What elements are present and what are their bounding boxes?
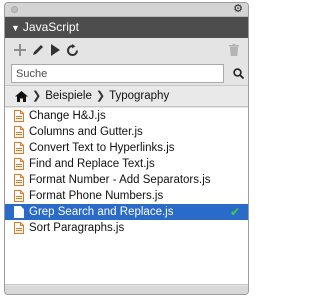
add-icon[interactable] (12, 42, 28, 58)
trash-icon[interactable] (226, 42, 242, 58)
panel-header[interactable]: ▼ JavaScript (5, 17, 248, 38)
script-item[interactable]: Grep Search and Replace.js ✔ (5, 204, 248, 220)
script-file-icon (14, 142, 24, 154)
script-item-label: Format Number - Add Separators.js (29, 174, 211, 186)
script-item-label: Convert Text to Hyperlinks.js (29, 142, 175, 154)
script-item-label: Sort Paragraphs.js (29, 222, 125, 234)
run-icon[interactable] (47, 42, 63, 58)
edit-icon[interactable] (30, 42, 46, 58)
checkmark-icon: ✔ (229, 205, 240, 219)
refresh-icon[interactable] (64, 42, 80, 58)
script-item-label: Grep Search and Replace.js (29, 206, 174, 218)
script-item[interactable]: Find and Replace Text.js (5, 156, 248, 172)
panel-title: JavaScript (22, 20, 79, 34)
gear-icon[interactable]: ⚙ (233, 3, 243, 16)
script-file-icon (14, 158, 24, 170)
script-item[interactable]: Columns and Gutter.js (5, 124, 248, 140)
home-icon[interactable] (15, 90, 28, 102)
script-file-icon (14, 126, 24, 138)
breadcrumb-item-beispiele[interactable]: Beispiele (45, 86, 92, 106)
script-item[interactable]: Format Number - Add Separators.js (5, 172, 248, 188)
panel-bottom-bar (5, 286, 248, 294)
script-item[interactable]: Format Phone Numbers.js (5, 188, 248, 204)
search-input[interactable] (11, 64, 224, 83)
panel-titlebar[interactable]: ⚙ (5, 3, 248, 17)
search-icon[interactable] (230, 65, 246, 81)
chevron-right-icon: ❯ (32, 90, 42, 102)
script-item[interactable]: Sort Paragraphs.js (5, 220, 248, 236)
chevron-right-icon: ❯ (95, 90, 106, 102)
toolbar (5, 38, 248, 62)
breadcrumb: ❯ Beispiele ❯ Typography (5, 85, 248, 107)
script-item[interactable]: Convert Text to Hyperlinks.js (5, 140, 248, 156)
javascript-panel: ⚙ ▼JavaScript ❯ Beispiele ❯ (4, 2, 249, 295)
script-file-icon (14, 110, 24, 122)
search-row (11, 64, 244, 83)
script-list: Change H&J.js Columns and Gutter.js Conver… (5, 108, 248, 285)
script-item-label: Format Phone Numbers.js (29, 190, 164, 202)
close-icon[interactable] (11, 6, 18, 13)
script-file-icon (14, 174, 24, 186)
breadcrumb-item-typography[interactable]: Typography (109, 86, 169, 106)
script-item-label: Columns and Gutter.js (29, 126, 143, 138)
script-item-label: Change H&J.js (29, 110, 106, 122)
script-item[interactable]: Change H&J.js (5, 108, 248, 124)
collapse-triangle-icon[interactable]: ▼ (11, 18, 20, 39)
script-file-icon (14, 190, 24, 202)
script-file-icon (14, 206, 24, 218)
script-file-icon (14, 222, 24, 234)
script-item-label: Find and Replace Text.js (29, 158, 155, 170)
